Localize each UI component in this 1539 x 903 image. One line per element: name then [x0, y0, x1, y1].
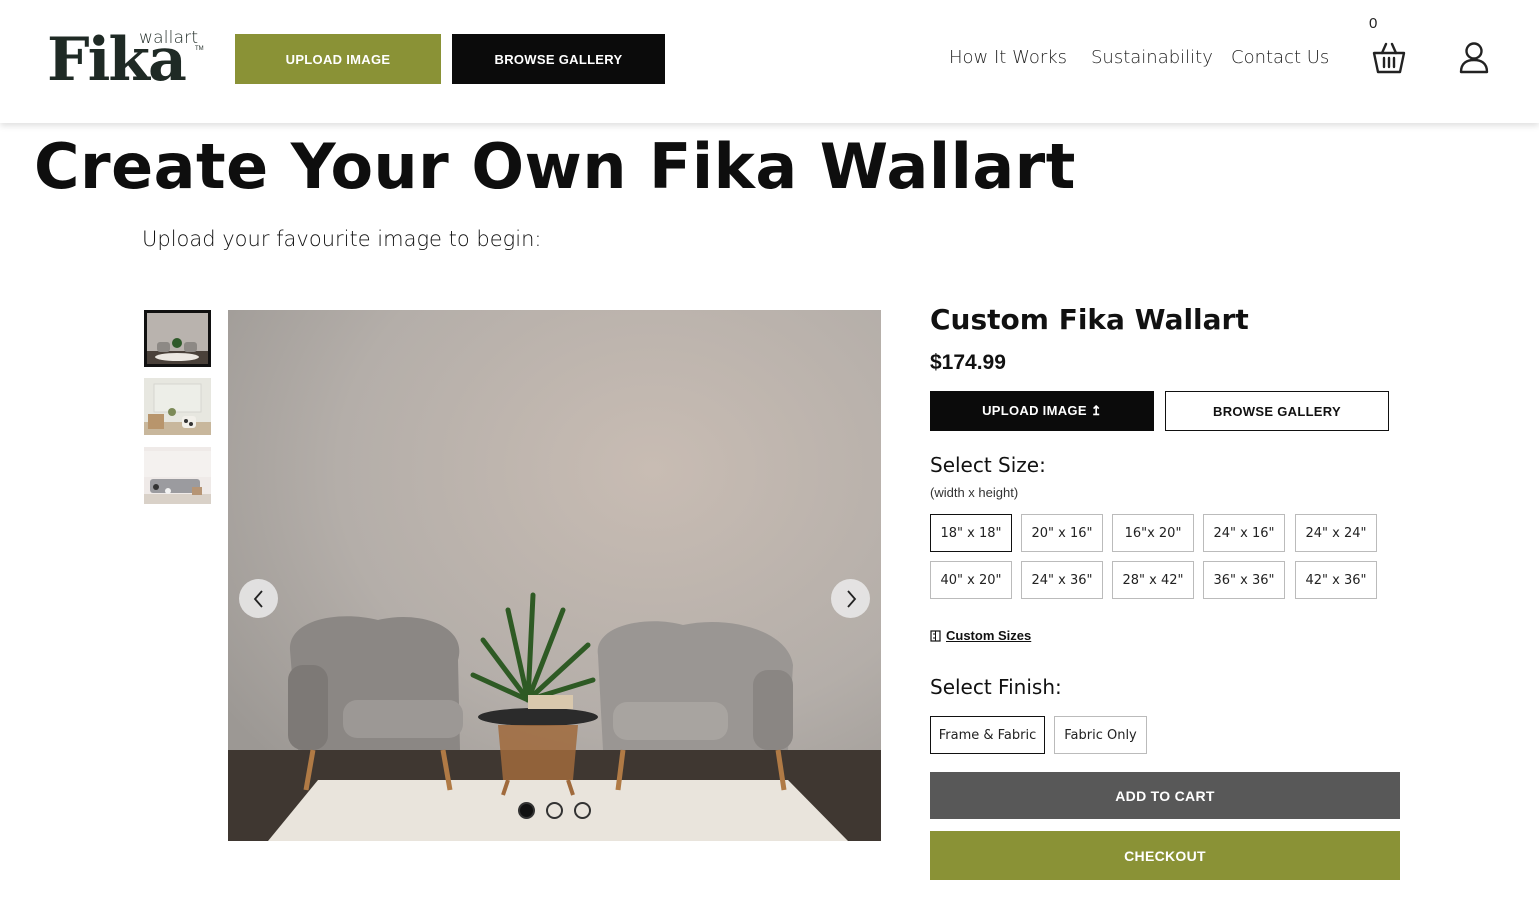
upload-image-button[interactable]: UPLOAD IMAGE ↥: [930, 391, 1154, 431]
size-option-24x36[interactable]: 24" x 36": [1021, 561, 1103, 599]
thumbnail-armchairs-image: [147, 313, 208, 364]
finish-option-fabric-only[interactable]: Fabric Only: [1054, 716, 1147, 754]
size-option-28x42[interactable]: 28" x 42": [1112, 561, 1194, 599]
user-account-icon[interactable]: [1458, 41, 1490, 75]
thumbnail-sofa-image: [144, 447, 211, 504]
size-dimension-note: (width x height): [930, 485, 1019, 500]
armchairs-scene-image: [228, 310, 881, 841]
page-title: Create Your Own Fika Wallart: [34, 130, 1076, 203]
product-title: Custom Fika Wallart: [930, 303, 1249, 336]
thumbnail-living-room-image: [144, 378, 211, 435]
logo-fika-text: Fika: [47, 25, 187, 95]
size-option-18x18[interactable]: 18" x 18": [930, 514, 1012, 552]
logo-tm: TM: [195, 46, 204, 52]
chevron-right-icon: [846, 589, 856, 608]
add-to-cart-button[interactable]: ADD TO CART: [930, 772, 1400, 819]
product-price: $174.99: [930, 351, 1006, 374]
page-subtitle: Upload your favourite image to begin:: [142, 227, 542, 251]
size-option-42x36[interactable]: 42" x 36": [1295, 561, 1377, 599]
upload-image-label: UPLOAD IMAGE: [982, 403, 1087, 418]
size-option-36x36[interactable]: 36" x 36": [1203, 561, 1285, 599]
chevron-left-icon: [253, 589, 263, 608]
size-option-24x24[interactable]: 24" x 24": [1295, 514, 1377, 552]
size-option-20x16[interactable]: 20" x 16": [1021, 514, 1103, 552]
gallery-thumbnail[interactable]: [144, 378, 211, 435]
size-option-40x20[interactable]: 40" x 20": [930, 561, 1012, 599]
nav-how-it-works[interactable]: How It Works: [949, 47, 1067, 68]
select-finish-label: Select Finish:: [930, 675, 1062, 699]
upload-arrow-icon: ↥: [1090, 403, 1102, 418]
product-preview-image: [228, 310, 881, 841]
finish-option-frame-fabric[interactable]: Frame & Fabric: [930, 716, 1045, 754]
carousel-dot[interactable]: [574, 802, 591, 819]
nav-contact-us[interactable]: Contact Us: [1231, 47, 1329, 68]
cart-count: 0: [1369, 15, 1378, 32]
custom-sizes-link[interactable]: Custom Sizes: [930, 628, 1031, 643]
size-option-24x16[interactable]: 24" x 16": [1203, 514, 1285, 552]
header-browse-gallery-button[interactable]: BROWSE GALLERY: [452, 34, 665, 84]
carousel-prev-button[interactable]: [239, 579, 278, 618]
site-header: wallart Fika TM UPLOAD IMAGE BROWSE GALL…: [0, 0, 1539, 123]
carousel-dot[interactable]: [546, 802, 563, 819]
custom-sizes-label: Custom Sizes: [946, 628, 1032, 643]
size-option-16x20[interactable]: 16"x 20": [1112, 514, 1194, 552]
checkout-button[interactable]: CHECKOUT: [930, 831, 1400, 880]
select-size-label: Select Size:: [930, 453, 1046, 477]
fika-wallart-logo[interactable]: wallart Fika TM: [47, 28, 207, 90]
basket-icon[interactable]: [1371, 41, 1407, 75]
ruler-icon: [930, 629, 941, 642]
carousel-dot[interactable]: [518, 802, 535, 819]
browse-gallery-button[interactable]: BROWSE GALLERY: [1165, 391, 1389, 431]
header-upload-image-button[interactable]: UPLOAD IMAGE: [235, 34, 441, 84]
gallery-thumbnail[interactable]: [144, 447, 211, 504]
carousel-next-button[interactable]: [831, 579, 870, 618]
nav-sustainability[interactable]: Sustainability: [1091, 47, 1213, 68]
gallery-thumbnail[interactable]: [144, 310, 211, 367]
